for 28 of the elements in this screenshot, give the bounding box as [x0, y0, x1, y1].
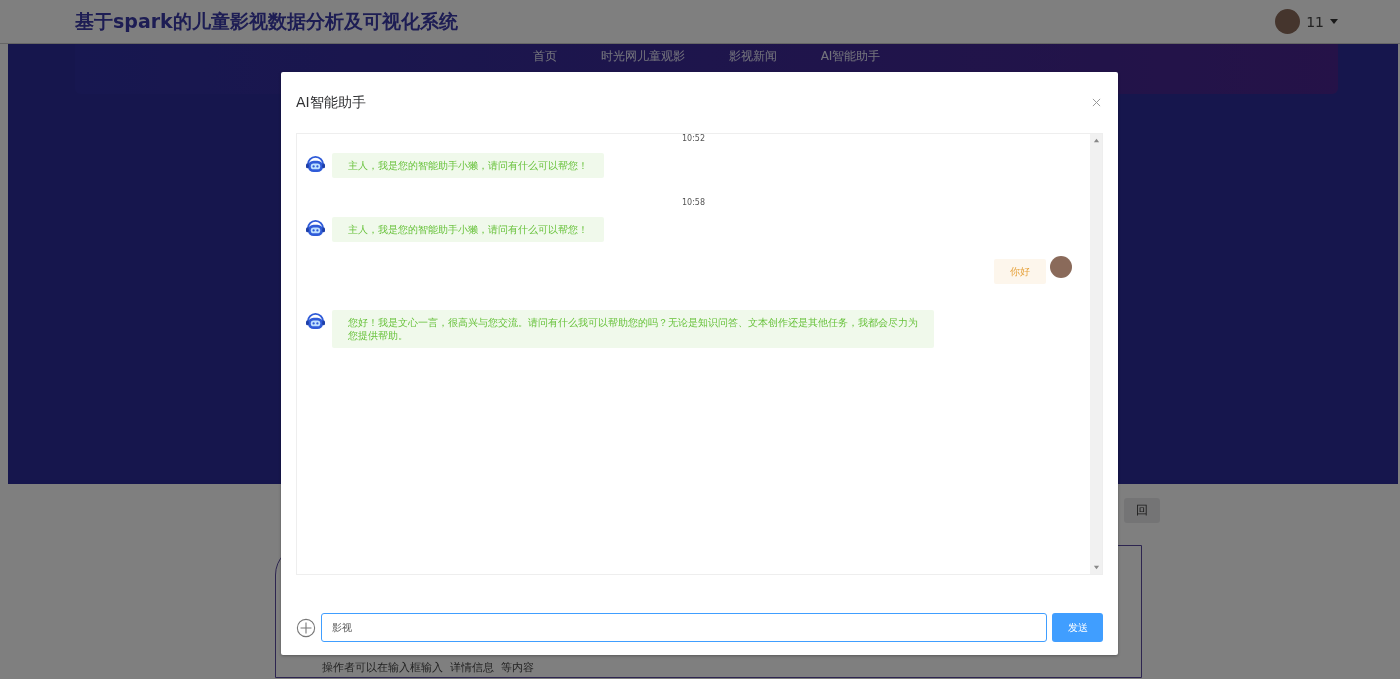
nav-link[interactable]: 首页	[532, 48, 557, 65]
send-button[interactable]: 发送	[1052, 613, 1103, 642]
user-message: 你好	[994, 259, 1046, 284]
message-input[interactable]: 影视	[321, 613, 1047, 642]
robot-icon	[305, 155, 326, 174]
avatar-icon[interactable]	[1275, 9, 1301, 34]
assistant-message: 主人，我是您的智能助手小獭，请问有什么可以帮您！	[332, 153, 604, 178]
site-title: 基于spark的儿童影视数据分析及可视化系统	[75, 8, 458, 34]
hint-text: 操作者可以在输入框输入 详情信息 等内容	[322, 660, 534, 675]
robot-icon	[305, 219, 326, 238]
user-menu[interactable]: 11	[1306, 13, 1324, 30]
scroll-down-icon[interactable]	[1092, 564, 1100, 571]
robot-icon	[305, 312, 326, 331]
nav-link[interactable]: AI智能助手	[820, 48, 881, 65]
close-icon[interactable]	[1092, 98, 1101, 107]
avatar-icon	[1050, 256, 1072, 278]
scrollbar[interactable]	[1090, 134, 1102, 574]
scroll-up-icon[interactable]	[1092, 137, 1100, 144]
assistant-message: 您好！我是文心一言，很高兴与您交流。请问有什么我可以帮助您的吗？无论是知识问答、文本创作还是其他任务，我都会尽力为您提供帮助。	[332, 310, 934, 348]
back-button[interactable]: 回	[1124, 498, 1160, 523]
nav-link[interactable]: 时光网儿童观影	[600, 48, 685, 65]
caret-icon[interactable]	[1330, 19, 1338, 24]
add-icon[interactable]	[296, 617, 316, 638]
timestamp: 10:58	[681, 198, 706, 207]
dialog-title: AI智能助手	[296, 93, 366, 112]
assistant-message: 主人，我是您的智能助手小獭，请问有什么可以帮您！	[332, 217, 604, 242]
nav-link[interactable]: 影视新闻	[728, 48, 777, 65]
timestamp: 10:52	[681, 134, 706, 143]
